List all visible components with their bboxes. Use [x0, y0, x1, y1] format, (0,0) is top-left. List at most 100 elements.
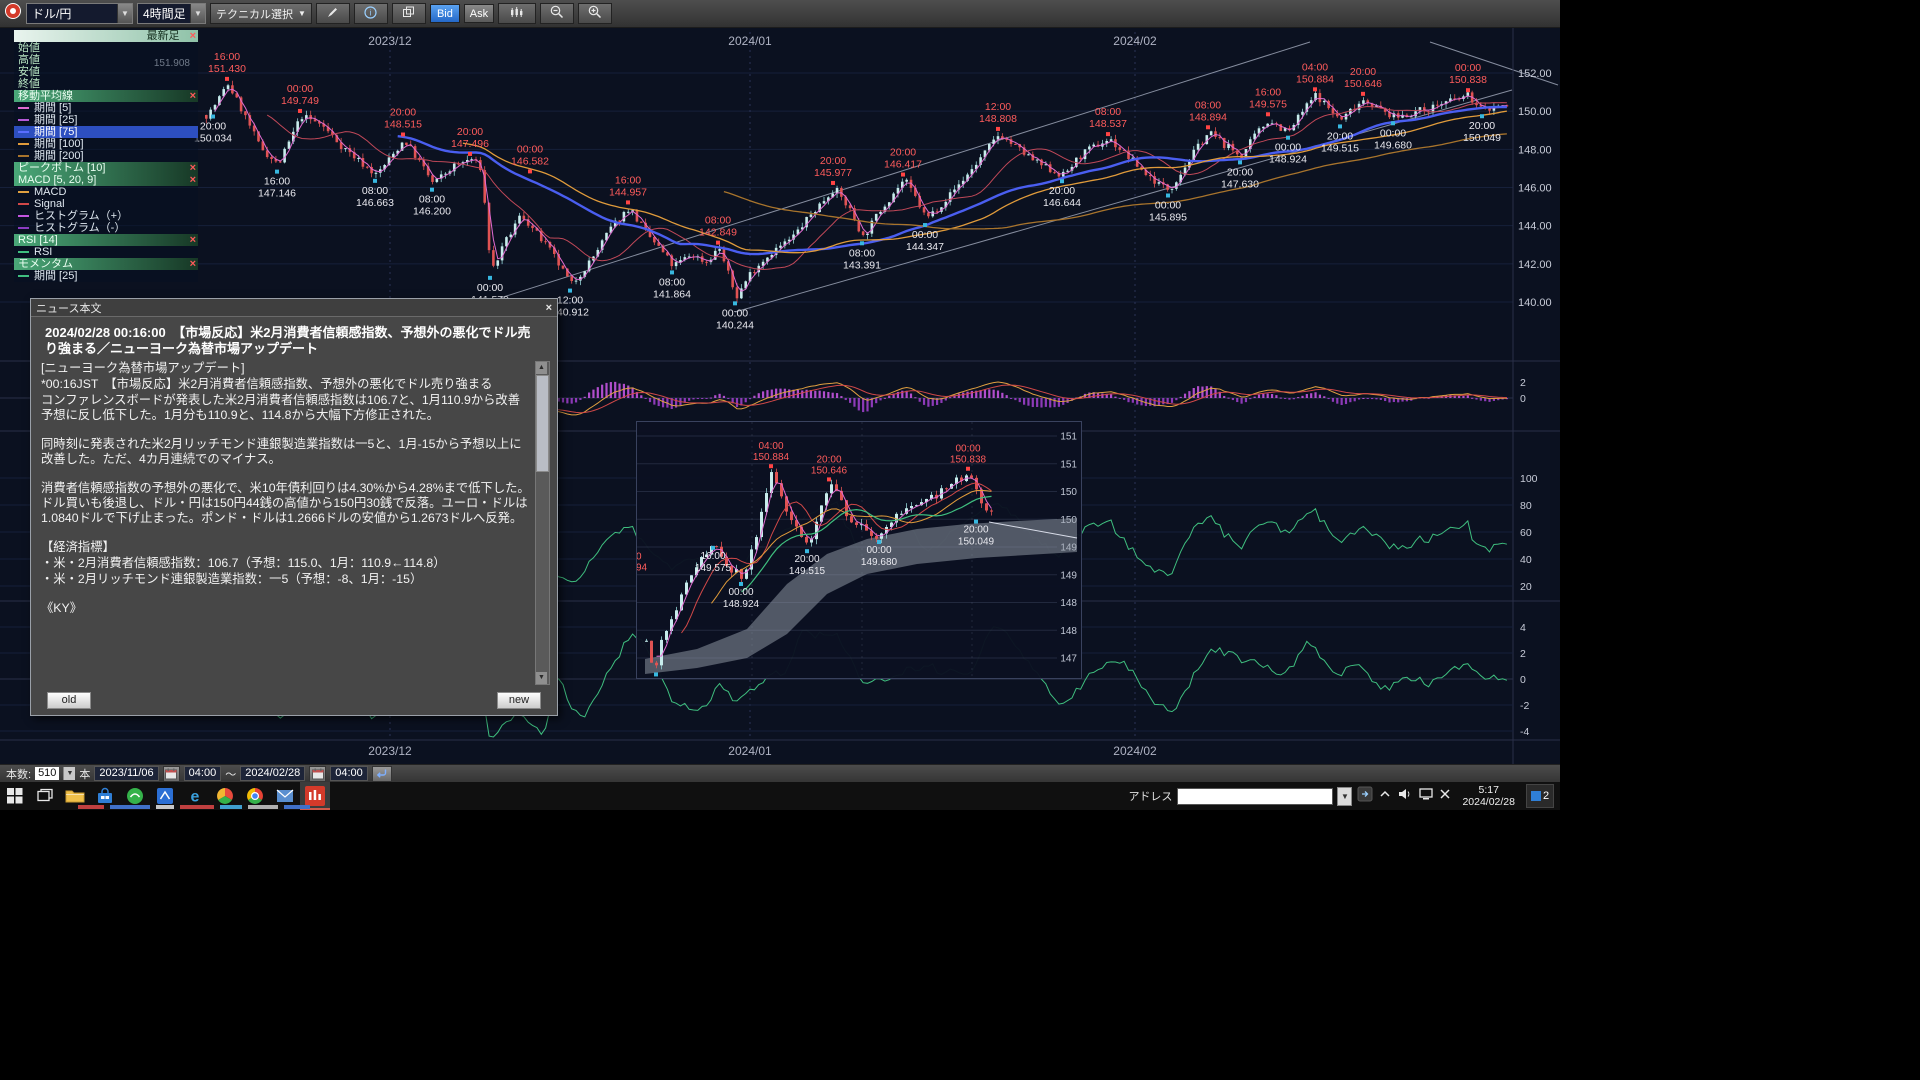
price-axis-label: 144.00	[1518, 221, 1552, 233]
svg-text:150.034: 150.034	[194, 133, 232, 145]
line-color-swatch	[18, 203, 29, 205]
svg-text:148.515: 148.515	[384, 119, 422, 131]
start-icon[interactable]	[0, 782, 30, 810]
legend-label: 期間 [5]	[34, 102, 71, 114]
svg-text:147.146: 147.146	[258, 188, 296, 200]
legend-item[interactable]: RSI	[14, 246, 198, 258]
trading-app-window: ドル/円 ▼ 4時間足 ▼ テクニカル選択 ▼ i Bid Ask	[0, 0, 1560, 810]
chevron-down-icon[interactable]: ▼	[117, 4, 132, 23]
scroll-up-icon[interactable]: ▲	[536, 362, 547, 374]
legend-header[interactable]: 最新足×	[14, 30, 198, 42]
display-icon[interactable]	[1418, 787, 1434, 806]
close-icon[interactable]: ×	[190, 234, 196, 246]
pair-select[interactable]: ドル/円 ▼	[26, 3, 133, 24]
timeframe-select[interactable]: 4時間足 ▼	[137, 3, 206, 24]
news-title-bar[interactable]: ニュース本文 ×	[31, 299, 557, 317]
svg-text:08:00: 08:00	[1195, 99, 1221, 111]
bottom-annotation: 20:00150.034	[194, 115, 232, 145]
layers-icon	[402, 6, 415, 22]
bottom-annotation: 20:00149.515	[1321, 124, 1359, 154]
ma-line	[398, 107, 1507, 254]
chevron-down-icon[interactable]: ▼	[1337, 787, 1352, 806]
legend-header[interactable]: RSI [14]×	[14, 234, 198, 246]
svg-text:04:00: 04:00	[1302, 61, 1328, 73]
from-date-field[interactable]: 2023/11/06	[94, 766, 158, 781]
scrollbar-thumb[interactable]	[536, 375, 549, 472]
address-input[interactable]	[1177, 788, 1333, 805]
legend-item[interactable]: 始値	[14, 42, 198, 54]
notification-badge[interactable]: 2	[1526, 784, 1554, 808]
new-button[interactable]: new	[497, 692, 541, 709]
go-button[interactable]	[1357, 786, 1373, 807]
close-icon[interactable]: ×	[546, 302, 552, 314]
speaker-icon[interactable]	[1397, 787, 1413, 806]
chevron-down-icon[interactable]: ▼	[63, 767, 75, 780]
zoom-in-button[interactable]	[578, 3, 612, 24]
compare-button[interactable]	[392, 3, 426, 24]
legend-item[interactable]: 期間 [25]	[14, 114, 198, 126]
to-time-field[interactable]: 04:00	[330, 766, 368, 781]
close-icon[interactable]: ×	[190, 174, 196, 186]
peak-annotation: 08:00148.894	[1189, 99, 1227, 129]
close-icon[interactable]: ×	[190, 30, 196, 42]
chevron-down-icon[interactable]: ▼	[190, 4, 205, 23]
taskbar-clock[interactable]: 5:17 2024/02/28	[1456, 784, 1521, 808]
legend-item[interactable]: Signal	[14, 198, 198, 210]
date-axis-label: 2023/12	[368, 744, 412, 758]
ask-button[interactable]: Ask	[464, 4, 494, 23]
zoom-out-button[interactable]	[540, 3, 574, 24]
news-window-title: ニュース本文	[36, 300, 101, 316]
close-icon[interactable]: ×	[190, 162, 196, 174]
to-date-field[interactable]: 2024/02/28	[240, 766, 305, 781]
svg-text:20:00: 20:00	[890, 147, 916, 159]
from-time-field[interactable]: 04:00	[184, 766, 222, 781]
peak-annotation: 20:00150.646	[811, 454, 848, 481]
legend-header[interactable]: MACD [5, 20, 9]×	[14, 174, 198, 186]
chevron-up-icon[interactable]	[1378, 787, 1392, 806]
legend-header[interactable]: 移動平均線×	[14, 90, 198, 102]
bar-count-label: 本数:	[6, 766, 31, 782]
bid-button[interactable]: Bid	[430, 4, 460, 23]
svg-text:20:00: 20:00	[1227, 166, 1253, 178]
apply-range-button[interactable]	[372, 766, 392, 782]
svg-text:20:00: 20:00	[1327, 130, 1353, 142]
legend-header[interactable]: モメンタム×	[14, 258, 198, 270]
taskview-icon[interactable]	[30, 782, 60, 810]
news-scrollbar[interactable]: ▲ ▼	[535, 361, 550, 685]
legend-item[interactable]: 期間 [25]	[14, 270, 198, 282]
svg-text:00:00: 00:00	[477, 282, 503, 294]
momentum-axis-label: 0	[1520, 674, 1526, 686]
news-paragraph: 消費者信頼感指数の予想外の悪化で、米10年債利回りは4.30%から4.28%まで…	[41, 481, 531, 526]
close-icon[interactable]: ×	[190, 90, 196, 102]
svg-text:146.644: 146.644	[1043, 197, 1081, 209]
legend-item[interactable]: 期間 [100]	[14, 138, 198, 150]
old-button[interactable]: old	[47, 692, 91, 709]
close-tray-icon[interactable]	[1439, 787, 1451, 805]
technical-select-button[interactable]: テクニカル選択 ▼	[210, 3, 312, 24]
legend-item[interactable]: 期間 [5]	[14, 102, 198, 114]
line-color-swatch	[18, 251, 29, 253]
legend-header[interactable]: ピークボトム [10]×	[14, 162, 198, 174]
momentum-axis-label: 4	[1520, 622, 1526, 634]
price-axis-label: 152.00	[1518, 68, 1552, 80]
legend-item[interactable]: 期間 [75]	[14, 126, 198, 138]
calendar-icon[interactable]	[163, 766, 180, 782]
bar-count-input[interactable]: 510	[35, 767, 59, 780]
calendar-icon[interactable]	[309, 766, 326, 782]
inset-chart-canvas: 15115115015014914914814814704:00150.8842…	[637, 422, 1081, 678]
date-axis-label: 2024/02	[1113, 744, 1157, 758]
line-color-swatch	[18, 227, 29, 229]
legend-label: 始値	[18, 42, 40, 54]
legend-item[interactable]: 終値	[14, 78, 198, 90]
inset-chart-window[interactable]: 15115115015014914914814814704:00150.8842…	[636, 421, 1082, 679]
chart-type-button[interactable]	[498, 3, 536, 24]
legend-item[interactable]: ヒストグラム（-）	[14, 222, 198, 234]
info-button[interactable]: i	[354, 3, 388, 24]
legend-item[interactable]: MACD	[14, 186, 198, 198]
scroll-down-icon[interactable]: ▼	[536, 672, 547, 684]
draw-pencil-button[interactable]	[316, 3, 350, 24]
macd-axis-label: 2	[1520, 377, 1526, 389]
close-icon[interactable]: ×	[190, 258, 196, 270]
legend-item[interactable]: ヒストグラム（+）	[14, 210, 198, 222]
legend-item[interactable]: 期間 [200]	[14, 150, 198, 162]
